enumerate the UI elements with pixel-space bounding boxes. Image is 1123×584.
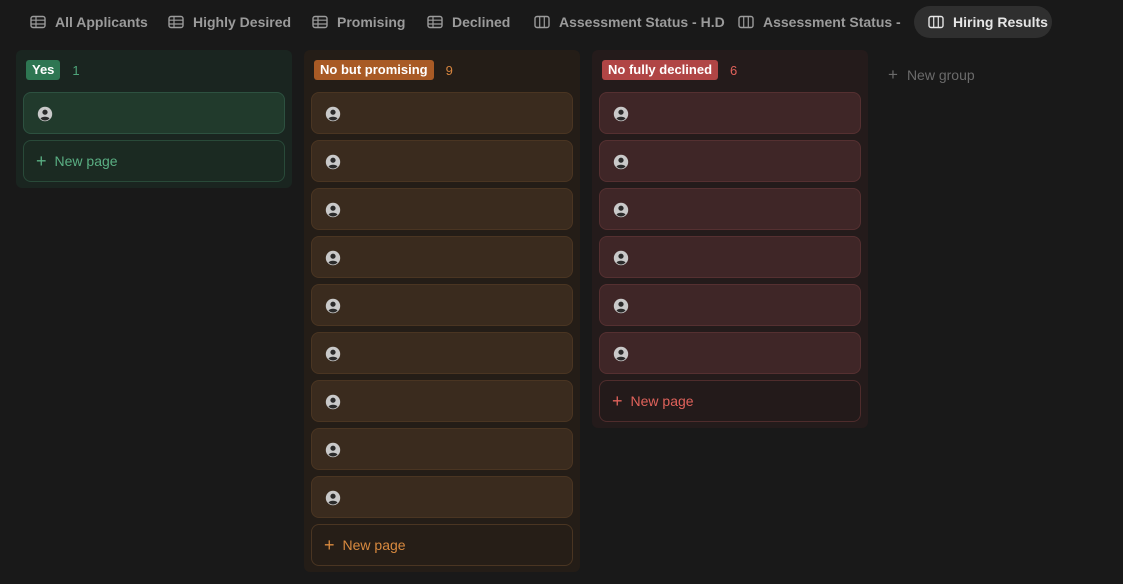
- plus-icon: +: [36, 151, 47, 171]
- person-icon: [325, 490, 341, 506]
- group-count: 1: [72, 62, 80, 78]
- plus-icon: +: [612, 391, 623, 411]
- board-icon: [738, 15, 754, 29]
- page-card[interactable]: [599, 236, 861, 278]
- board-group-no-but-promising: No but promising 9 + New page: [304, 50, 580, 572]
- new-page-label: New page: [630, 393, 694, 409]
- page-card[interactable]: [599, 332, 861, 374]
- page-card[interactable]: [311, 284, 573, 326]
- page-card[interactable]: [311, 476, 573, 518]
- tab-label: Highly Desired: [193, 14, 292, 30]
- page-card[interactable]: [599, 140, 861, 182]
- person-icon: [325, 442, 341, 458]
- page-card[interactable]: [311, 236, 573, 278]
- person-icon: [613, 346, 629, 362]
- group-label-badge[interactable]: No fully declined: [602, 60, 719, 80]
- group-header: No but promising 9: [314, 60, 453, 80]
- page-card[interactable]: [599, 188, 861, 230]
- board-icon: [928, 15, 944, 29]
- person-icon: [613, 106, 629, 122]
- group-count: 9: [445, 62, 453, 78]
- group-count: 6: [730, 62, 738, 78]
- page-card[interactable]: [311, 380, 573, 422]
- board-group-yes: Yes 1 + New page: [16, 50, 292, 188]
- group-header: No fully declined 6: [602, 60, 737, 80]
- person-icon: [613, 250, 629, 266]
- tab-promising[interactable]: Promising: [298, 6, 414, 38]
- page-card[interactable]: [311, 140, 573, 182]
- person-icon: [613, 202, 629, 218]
- tab-label: Hiring Results: [953, 14, 1048, 30]
- group-label-badge[interactable]: No but promising: [314, 60, 434, 80]
- table-icon: [427, 15, 443, 29]
- new-page-button[interactable]: + New page: [311, 524, 573, 566]
- person-icon: [613, 298, 629, 314]
- table-icon: [168, 15, 184, 29]
- table-icon: [30, 15, 46, 29]
- person-icon: [325, 106, 341, 122]
- tab-label: Declined: [452, 14, 511, 30]
- page-card[interactable]: [599, 284, 861, 326]
- plus-icon: +: [324, 535, 335, 555]
- tab-declined[interactable]: Declined: [413, 6, 523, 38]
- new-page-button[interactable]: + New page: [23, 140, 285, 182]
- tab-label: All Applicants: [55, 14, 148, 30]
- view-tabs: All Applicants Highly Desired Promising …: [0, 0, 1123, 44]
- group-header: Yes 1: [26, 60, 80, 80]
- page-card[interactable]: [23, 92, 285, 134]
- board-group-no-fully-declined: No fully declined 6 + New page: [592, 50, 868, 428]
- tab-label: Assessment Status - H.D: [559, 14, 725, 30]
- table-icon: [312, 15, 328, 29]
- tab-hiring-results[interactable]: Hiring Results: [914, 6, 1052, 38]
- person-icon: [37, 106, 53, 122]
- page-card[interactable]: [599, 92, 861, 134]
- board-icon: [534, 15, 550, 29]
- person-icon: [613, 154, 629, 170]
- tab-all-applicants[interactable]: All Applicants: [16, 6, 156, 38]
- page-card[interactable]: [311, 332, 573, 374]
- new-group-button[interactable]: + New group: [888, 65, 975, 84]
- person-icon: [325, 394, 341, 410]
- person-icon: [325, 298, 341, 314]
- tab-label: Assessment Status - P: [763, 14, 902, 30]
- person-icon: [325, 154, 341, 170]
- new-page-button[interactable]: + New page: [599, 380, 861, 422]
- page-card[interactable]: [311, 428, 573, 470]
- tab-label: Promising: [337, 14, 406, 30]
- new-group-label: New group: [906, 67, 975, 83]
- tab-assessment-status-p[interactable]: Assessment Status - P: [724, 6, 902, 38]
- person-icon: [325, 250, 341, 266]
- new-page-label: New page: [54, 153, 118, 169]
- tab-highly-desired[interactable]: Highly Desired: [154, 6, 298, 38]
- person-icon: [325, 346, 341, 362]
- page-card[interactable]: [311, 92, 573, 134]
- person-icon: [325, 202, 341, 218]
- group-label-badge[interactable]: Yes: [26, 60, 61, 80]
- new-page-label: New page: [342, 537, 406, 553]
- page-card[interactable]: [311, 188, 573, 230]
- tab-assessment-status-hd[interactable]: Assessment Status - H.D: [520, 6, 725, 38]
- plus-icon: +: [888, 65, 898, 84]
